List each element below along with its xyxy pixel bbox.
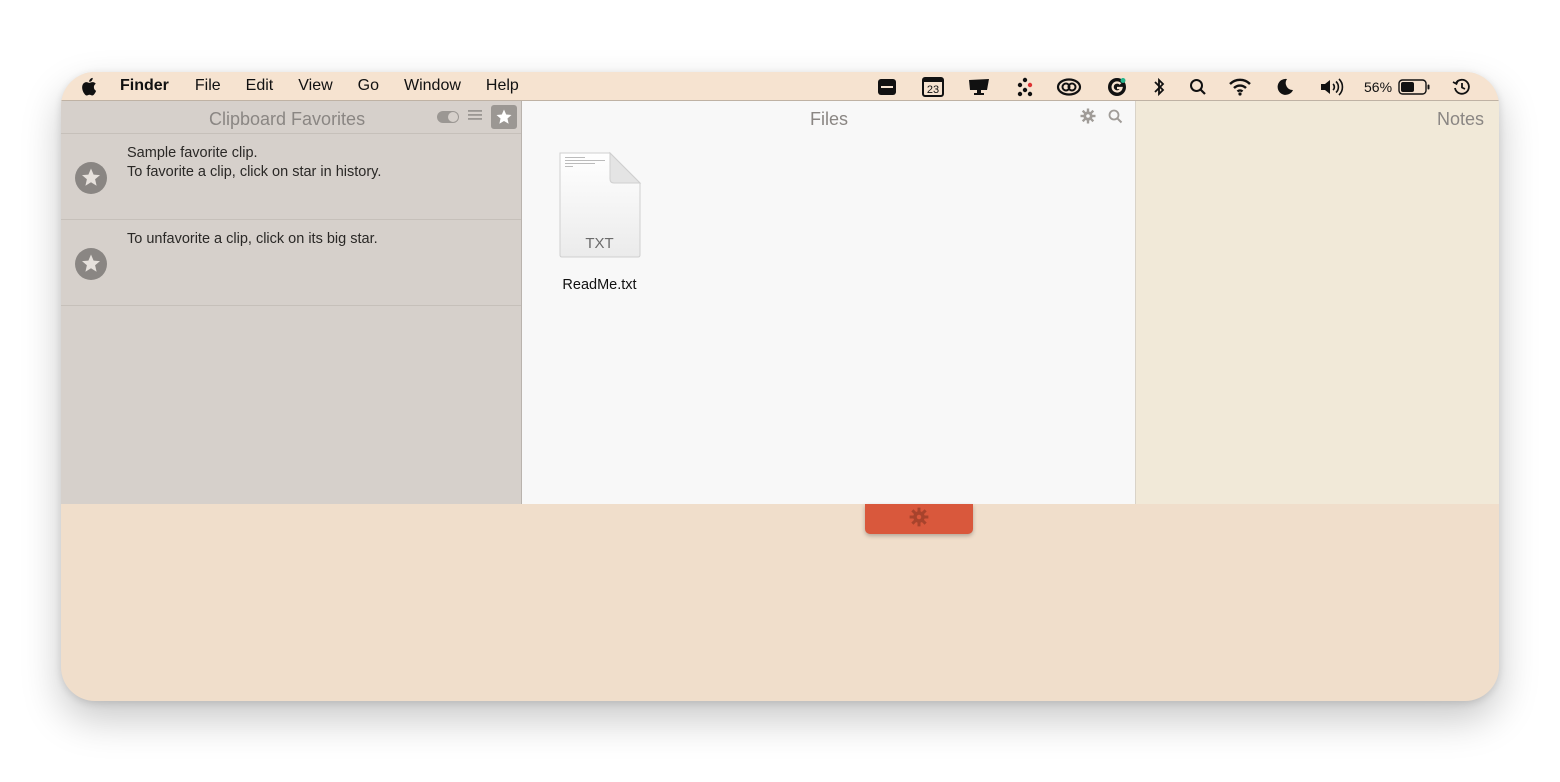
menu-file[interactable]: File [195,77,221,95]
card-icon[interactable] [877,77,897,96]
menu-go[interactable]: Go [358,77,379,95]
battery-icon[interactable] [1398,77,1430,96]
menu-app-finder[interactable]: Finder [120,77,169,95]
favorites-toolbar [437,105,517,129]
favorite-clip[interactable]: To unfavorite a clip, click on its big s… [61,220,521,306]
volume-icon[interactable] [1319,77,1345,96]
big-star-icon[interactable] [75,248,107,280]
file-name: ReadMe.txt [562,277,637,293]
files-panel: Files TXT ReadMe.txt [522,101,1136,504]
gear-icon[interactable] [1080,108,1096,129]
favorites-title: Clipboard Favorites [209,109,366,129]
dots-icon[interactable] [1016,77,1034,96]
wifi-icon[interactable] [1228,77,1252,96]
files-toolbar [1080,108,1123,129]
bluetooth-icon[interactable] [1152,77,1166,96]
menu-view[interactable]: View [298,77,332,95]
creative-cloud-icon[interactable] [1056,77,1082,96]
gear-icon [909,507,929,532]
files-title: Files [810,109,849,129]
app-window: Finder File Edit View Go Window Help 23 [61,72,1499,701]
notes-panel[interactable]: Notes [1136,101,1499,504]
apple-icon[interactable] [80,77,98,96]
grammarly-icon[interactable] [1107,77,1127,96]
favorite-clip[interactable]: Sample favorite clip. To favorite a clip… [61,134,521,220]
svg-text:23: 23 [927,84,939,96]
search-icon[interactable] [1189,77,1207,96]
clipboard-favorites-panel: Clipboard Favorites Sample favorite clip… [61,101,522,504]
search-icon[interactable] [1108,109,1123,129]
document-icon: TXT [558,151,642,259]
file-extension: TXT [585,235,614,252]
list-icon[interactable] [467,108,483,127]
menu-bar: Finder File Edit View Go Window Help 23 [61,72,1499,101]
toggle-switch[interactable] [437,111,459,123]
battery-percent: 56% [1364,78,1393,95]
settings-tab-button[interactable] [865,504,973,534]
big-star-icon[interactable] [75,162,107,194]
calendar-icon[interactable]: 23 [922,76,944,97]
favorite-clip-text: Sample favorite clip. To favorite a clip… [127,145,382,180]
moon-icon[interactable] [1276,77,1294,96]
favorites-star-button[interactable] [491,105,517,129]
menu-edit[interactable]: Edit [246,77,274,95]
menu-help[interactable]: Help [486,77,519,95]
file-item[interactable]: TXT ReadMe.txt [552,151,647,293]
time-machine-icon[interactable] [1452,77,1472,96]
display-icon[interactable] [967,77,991,96]
notes-title: Notes [1436,109,1484,129]
panels: Clipboard Favorites Sample favorite clip… [61,101,1499,504]
favorite-clip-text: To unfavorite a clip, click on its big s… [127,231,378,247]
favorites-list: Sample favorite clip. To favorite a clip… [61,133,521,306]
menu-window[interactable]: Window [404,77,461,95]
